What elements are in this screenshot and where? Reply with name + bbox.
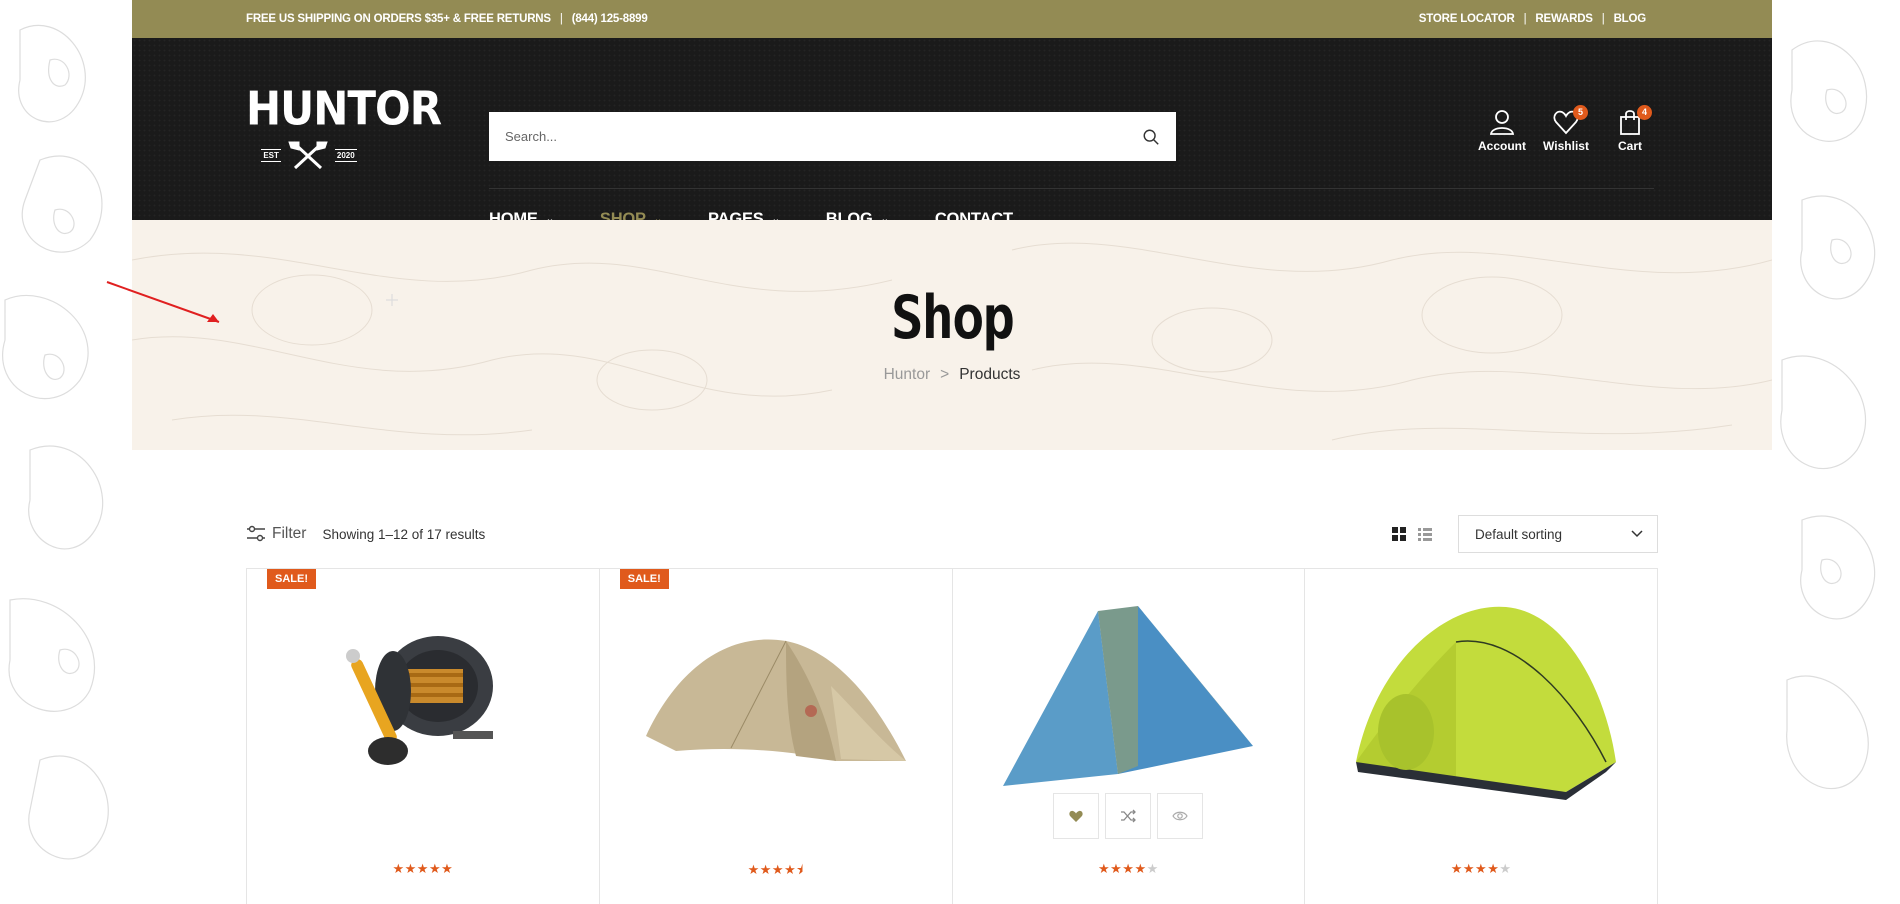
star-icon: ★ [441,861,454,876]
add-to-wishlist-button[interactable] [1053,793,1100,839]
filter-label: Filter [272,525,307,542]
wishlist-count-badge: 5 [1573,105,1588,120]
filter-button[interactable]: Filter [246,525,306,543]
breadcrumb-home-link[interactable]: Huntor [884,366,931,383]
empty-star-icon: ★ [1146,861,1159,876]
header-actions: Account 5 Wishlist 4 Cart [1478,105,1654,153]
sale-badge: SALE! [619,569,669,589]
results-count: Showing 1–12 of 17 results [322,526,486,542]
page-frame: FREE US SHIPPING ON ORDERS $35+ & FREE R… [132,0,1772,904]
fishing-reel-image [345,636,493,765]
list-view-icon[interactable] [1418,527,1432,541]
rating-stars: ★★★★★ [247,861,599,877]
star-icon: ★ [1134,861,1147,876]
product-image-blue-tarp-tent[interactable] [953,591,1305,811]
product-image-fishing-reel[interactable] [247,591,599,811]
search-icon[interactable] [1142,128,1160,146]
view-toggle [1392,527,1432,541]
breadcrumb-separator: > [940,366,950,383]
star-icon: ★ [1462,861,1476,876]
product-card[interactable]: ★★★★★ [1305,569,1657,904]
star-icon: ★ [428,861,442,876]
sale-badge: SALE! [267,569,316,589]
blue-tarp-tent-image [1003,606,1254,786]
sort-select[interactable]: Default sorting [1458,515,1658,553]
shop-toolbar: Filter Showing 1–12 of 17 results Defaul… [246,515,1658,553]
header-divider [489,188,1654,189]
star-icon: ★ [404,861,417,876]
rating-stars: ★★★★★ [1305,861,1657,877]
rating-stars: ★★★★★ [953,861,1305,877]
shipping-notice: FREE US SHIPPING ON ORDERS $35+ & FREE R… [246,13,551,25]
product-grid: SALE! ★★★★★ SALE! ★★★★⯨ ★★★★★ ★★★★★ [246,568,1658,904]
sliders-icon [247,525,265,542]
shuffle-icon [1121,809,1137,823]
search-box [489,112,1176,161]
star-icon: ★ [1475,861,1488,876]
star-icon: ★ [1097,861,1111,876]
top-bar: FREE US SHIPPING ON ORDERS $35+ & FREE R… [132,0,1772,38]
compare-button[interactable] [1105,793,1152,839]
product-card[interactable]: SALE! ★★★★★ [247,569,600,904]
star-icon: ★ [771,862,785,877]
green-dome-tent-image [1336,582,1627,820]
annotation-arrow [106,281,220,323]
product-image-beige-tent[interactable] [600,591,952,811]
empty-star-icon: ★ [1499,861,1512,876]
account-button[interactable]: Account [1478,108,1526,153]
site-logo[interactable]: HUNTOR EST 2020 [246,81,442,170]
blog-link[interactable]: BLOG [1614,13,1647,25]
cart-button[interactable]: 4 Cart [1606,105,1654,153]
product-image-green-dome-tent[interactable] [1305,582,1657,820]
background-pattern-left [0,0,132,904]
account-label: Account [1478,139,1526,153]
rewards-link[interactable]: REWARDS [1535,13,1593,25]
store-locator-link[interactable]: STORE LOCATOR [1419,13,1515,25]
product-card[interactable]: ★★★★★ [953,569,1306,904]
breadcrumb: Huntor > Products [132,366,1772,384]
cart-label: Cart [1617,139,1642,153]
page-title: Shop [890,282,1015,353]
page-hero: Shop Huntor > Products [132,220,1772,450]
logo-word: HUNTOR [246,81,442,136]
heart-icon [1069,810,1084,822]
rating-stars: ★★★★⯨ [600,861,952,883]
quick-view-button[interactable] [1157,793,1204,839]
eye-icon [1172,811,1189,821]
product-quick-actions [1053,793,1204,839]
grid-view-icon[interactable] [1392,527,1406,541]
search-input[interactable] [505,129,1142,144]
product-card[interactable]: SALE! ★★★★⯨ [600,569,953,904]
beige-tent-image [645,639,906,761]
star-icon: ★ [1487,861,1500,876]
star-icon: ★ [416,861,429,876]
star-icon: ★ [747,862,760,877]
star-icon: ★ [1450,861,1463,876]
logo-est: EST [261,148,281,162]
site-header: HUNTOR EST 2020 Search... Account 5 Wish… [132,38,1772,228]
star-icon: ★ [1110,861,1123,876]
breadcrumb-current: Products [959,366,1021,383]
star-icon: ★ [392,861,405,876]
wishlist-label: Wishlist [1543,139,1589,153]
background-pattern-right [1772,0,1900,904]
half-star-icon: ⯨ [796,862,804,877]
phone-number[interactable]: (844) 125-8899 [572,13,648,25]
logo-year: 2020 [334,148,357,162]
chevron-down-icon [1631,530,1643,538]
cart-count-badge: 4 [1637,105,1652,120]
star-icon: ★ [1122,861,1135,876]
star-icon: ★ [784,862,797,877]
sort-value: Default sorting [1475,526,1563,542]
crossed-axes-icon [288,141,328,170]
star-icon: ★ [759,862,772,877]
wishlist-button[interactable]: 5 Wishlist [1542,105,1590,153]
user-icon [1489,110,1515,135]
